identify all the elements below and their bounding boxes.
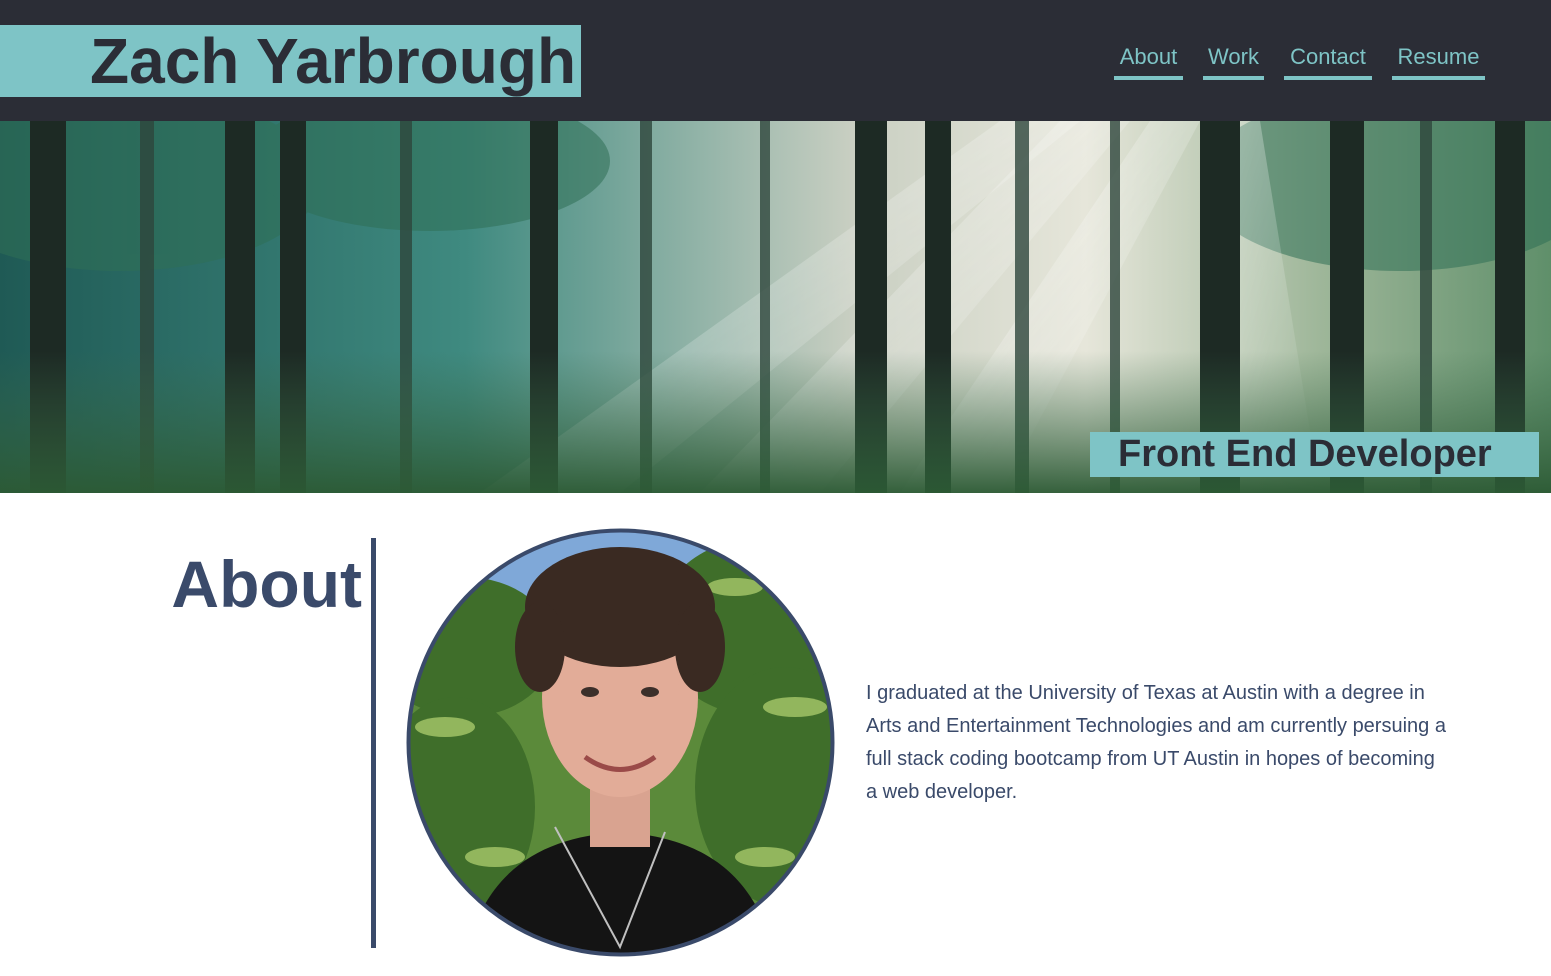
hero-banner: Front End Developer: [0, 121, 1551, 493]
nav-link-work[interactable]: Work: [1203, 42, 1264, 80]
nav-link-contact[interactable]: Contact: [1284, 42, 1372, 80]
about-heading: About: [171, 547, 362, 621]
nav-link-resume[interactable]: Resume: [1392, 42, 1485, 80]
tagline-banner: Front End Developer: [1090, 432, 1539, 477]
about-bio: I graduated at the University of Texas a…: [866, 682, 1446, 803]
tagline-text: Front End Developer: [1118, 433, 1492, 475]
nav-link-about[interactable]: About: [1114, 42, 1183, 80]
site-header: Zach Yarbrough About Work Contact Resume: [0, 0, 1551, 121]
main-nav: About Work Contact Resume: [0, 42, 1551, 82]
vertical-divider: [371, 538, 376, 948]
portrait-photo: [406, 528, 835, 957]
